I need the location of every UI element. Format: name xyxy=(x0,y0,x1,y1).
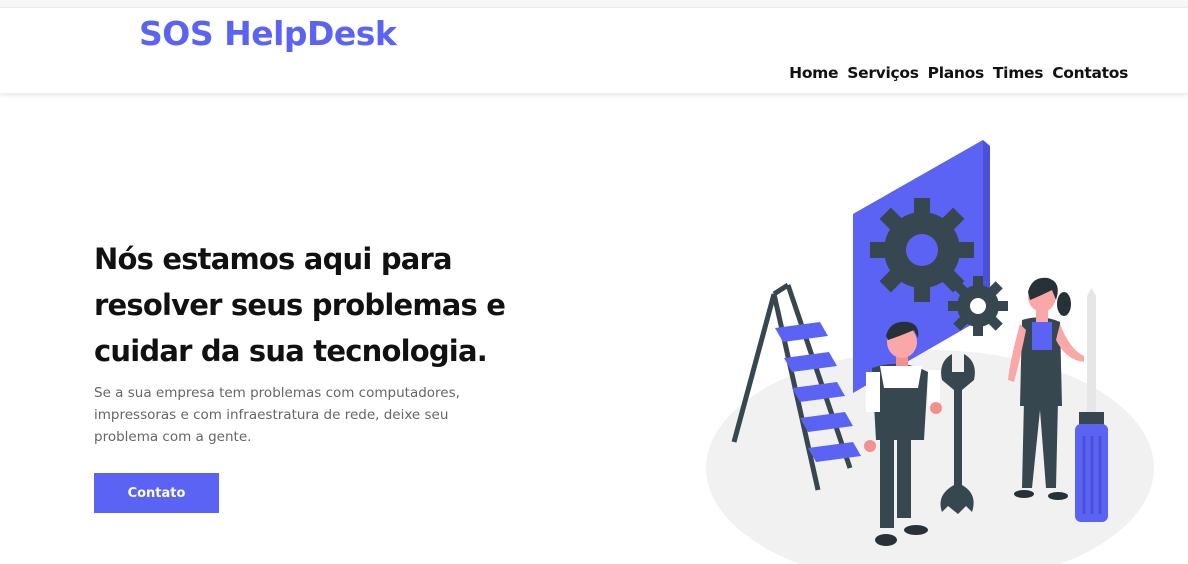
small-gear-icon xyxy=(948,276,1008,336)
hero-description: Se a sua empresa tem problemas com compu… xyxy=(94,385,460,445)
nav-link-servicos[interactable]: Serviços xyxy=(847,64,919,82)
headline-line-3: cuidar da sua tecnologia. xyxy=(94,334,488,368)
nav-link-times[interactable]: Times xyxy=(993,64,1044,82)
brand-logo[interactable]: SOS HelpDesk xyxy=(139,14,397,53)
nav-link-contatos[interactable]: Contatos xyxy=(1052,64,1128,82)
headline-line-2: resolver seus problemas e xyxy=(94,288,506,322)
main-nav: Home Serviços Planos Times Contatos xyxy=(789,64,1128,82)
nav-link-home[interactable]: Home xyxy=(789,64,838,82)
support-team-illustration xyxy=(706,140,1154,564)
headline-line-1: Nós estamos aqui para xyxy=(94,242,453,276)
nav-link-planos[interactable]: Planos xyxy=(928,64,985,82)
hero-headline: Nós estamos aqui para resolver seus prob… xyxy=(94,236,574,374)
browser-top-strip xyxy=(0,0,1188,8)
site-header: SOS HelpDesk Home Serviços Planos Times … xyxy=(0,8,1188,93)
hero-section: Nós estamos aqui para resolver seus prob… xyxy=(94,236,574,448)
contact-button[interactable]: Contato xyxy=(94,473,219,513)
